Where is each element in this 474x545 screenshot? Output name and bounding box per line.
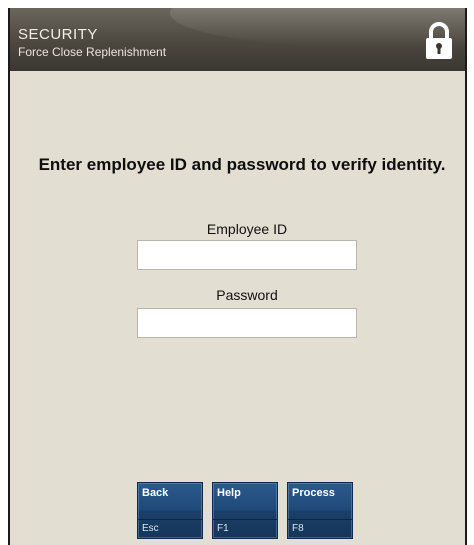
process-button-label: Process <box>292 487 335 499</box>
header-subtitle: Force Close Replenishment <box>18 45 167 59</box>
back-button-label: Back <box>142 487 169 499</box>
back-button-divider <box>138 519 202 520</box>
process-button[interactable]: Process F8 <box>287 482 353 539</box>
header-sheen <box>170 8 465 48</box>
back-button[interactable]: Back Esc <box>137 482 203 539</box>
lock-icon <box>426 22 452 59</box>
help-button[interactable]: Help F1 <box>212 482 278 539</box>
help-button-label: Help <box>217 487 241 499</box>
back-button-shortcut: Esc <box>142 523 159 534</box>
employee-id-label: Employee ID <box>206 221 288 237</box>
header-bar: SECURITY Force Close Replenishment <box>10 8 465 71</box>
process-button-divider <box>288 519 352 520</box>
help-button-shortcut: F1 <box>217 523 229 534</box>
help-button-divider <box>213 519 277 520</box>
security-window: SECURITY Force Close Replenishment Enter… <box>8 8 467 545</box>
password-label: Password <box>216 287 278 303</box>
header-title: SECURITY <box>18 26 98 43</box>
password-field[interactable] <box>137 308 357 338</box>
instruction-text: Enter employee ID and password to verify… <box>38 155 446 174</box>
process-button-shortcut: F8 <box>292 523 304 534</box>
employee-id-field[interactable] <box>137 240 357 270</box>
